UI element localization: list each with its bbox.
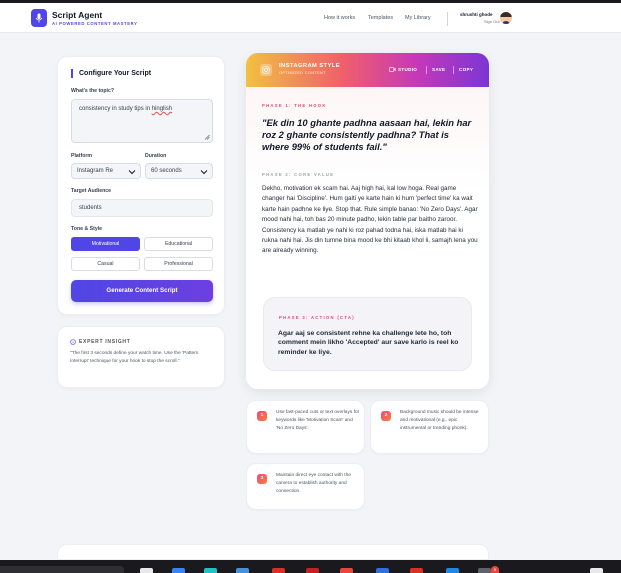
- app-icon[interactable]: [376, 568, 389, 573]
- platform-select[interactable]: Instagram Re: [71, 163, 141, 179]
- tip-text: Background music should be intense and m…: [400, 410, 479, 431]
- expert-insight-card: EXPERT INSIGHT "The first 3 seconds defi…: [57, 326, 225, 388]
- app-icon[interactable]: [306, 568, 319, 573]
- microphone-icon[interactable]: [31, 9, 47, 27]
- spellcheck-word: hinglish: [151, 106, 173, 112]
- brand-title: Script Agent: [52, 10, 103, 20]
- config-title: Configure Your Script: [71, 69, 151, 78]
- save-button[interactable]: SAVE: [432, 67, 445, 72]
- phase2-label: PHASE 2: CORE VALUE: [262, 172, 335, 177]
- cta-box: PHASE 3: ACTION (CTA) Agar aaj se consis…: [263, 297, 472, 371]
- gmail-icon[interactable]: [272, 568, 285, 573]
- info-icon: [70, 339, 76, 345]
- tone-professional-button[interactable]: Professional: [144, 257, 213, 271]
- video-camera-icon: [389, 67, 396, 72]
- hook-text: "Ek din 10 ghante padhna aasaan hai, lek…: [262, 117, 472, 152]
- action-divider: [426, 66, 427, 74]
- configure-script-card: Configure Your Script What's the topic? …: [57, 56, 225, 315]
- insight-text: "The first 3 seconds define your watch t…: [70, 351, 199, 364]
- app-icon[interactable]: [478, 568, 491, 573]
- taskbar: [0, 560, 621, 573]
- app-icon[interactable]: [236, 568, 249, 573]
- insight-title: EXPERT INSIGHT: [79, 339, 131, 345]
- preview-style-subtitle: OPTIMIZED CONTENT: [279, 71, 326, 75]
- action-divider: [453, 66, 454, 74]
- taskbar-search[interactable]: [0, 566, 124, 573]
- bottom-card: [57, 544, 489, 560]
- production-tip: 2 Background music should be intense and…: [370, 400, 489, 454]
- topic-label: What's the topic?: [71, 88, 115, 94]
- nav-divider: [447, 12, 448, 26]
- duration-select[interactable]: 60 seconds: [145, 163, 213, 179]
- file-explorer-icon[interactable]: [140, 568, 153, 573]
- sign-out-link[interactable]: Sign Out: [484, 19, 500, 24]
- instagram-icon: [260, 64, 272, 76]
- production-tip: 1 Use fast-paced cuts or text overlays f…: [246, 400, 365, 454]
- phase1-label: PHASE 1: THE HOOK: [262, 103, 327, 108]
- brand-subtitle: AI POWERED CONTENT MASTERY: [52, 21, 138, 26]
- topic-text: consistency in study tips in: [79, 106, 152, 112]
- tone-educational-button[interactable]: Educational: [144, 237, 213, 251]
- duration-label: Duration: [145, 153, 167, 159]
- nav-templates[interactable]: Templates: [368, 15, 393, 21]
- tip-text: Maintain direct eye contact with the cam…: [276, 473, 351, 494]
- tip-number: 3: [257, 474, 267, 484]
- user-name: shrushti ghode: [460, 12, 493, 17]
- audience-label: Target Audience: [71, 188, 112, 194]
- chrome-icon[interactable]: [340, 568, 353, 573]
- script-preview-card: INSTAGRAM STYLE OPTIMIZED CONTENT STUDIO…: [246, 53, 489, 389]
- cta-text: Agar aaj se consistent rehne ka challeng…: [278, 330, 459, 356]
- tone-label: Tone & Style: [71, 226, 103, 232]
- tip-number: 2: [381, 411, 391, 421]
- core-value-text: Dekho, motivation ek scam hai. Aaj high …: [262, 185, 478, 255]
- platform-label: Platform: [71, 153, 93, 159]
- app-icon[interactable]: [446, 568, 459, 573]
- chevron-down-icon: [200, 170, 208, 175]
- phase3-label: PHASE 3: ACTION (CTA): [279, 315, 355, 320]
- copy-button[interactable]: COPY: [459, 67, 473, 72]
- production-tip: 3 Maintain direct eye contact with the c…: [246, 463, 365, 510]
- app-icon[interactable]: [590, 568, 603, 573]
- studio-button[interactable]: STUDIO: [398, 67, 417, 72]
- tip-number: 1: [257, 411, 267, 421]
- nav-my-library[interactable]: My Library: [405, 15, 431, 21]
- preview-header: INSTAGRAM STYLE OPTIMIZED CONTENT STUDIO…: [246, 53, 489, 87]
- generate-script-button[interactable]: Generate Content Script: [71, 280, 213, 302]
- platform-value: Instagram Re: [77, 168, 114, 174]
- duration-value: 60 seconds: [151, 168, 182, 174]
- app-icon[interactable]: [172, 568, 185, 573]
- audience-input[interactable]: students: [71, 199, 213, 217]
- tone-motivational-button[interactable]: Motivational: [71, 237, 140, 251]
- resize-handle-icon[interactable]: [204, 134, 210, 140]
- topic-textarea[interactable]: consistency in study tips in hinglish: [71, 99, 213, 143]
- nav-how-it-works[interactable]: How it works: [324, 15, 355, 21]
- app-icon[interactable]: [410, 568, 423, 573]
- notification-badge: 5: [491, 566, 499, 573]
- chevron-down-icon: [128, 168, 136, 176]
- app-header: Script Agent AI POWERED CONTENT MASTERY …: [0, 3, 621, 33]
- tone-casual-button[interactable]: Casual: [71, 257, 140, 271]
- edge-icon[interactable]: [204, 568, 217, 573]
- tip-text: Use fast-paced cuts or text overlays for…: [276, 410, 360, 431]
- preview-style-title: INSTAGRAM STYLE: [279, 63, 340, 69]
- avatar[interactable]: [500, 12, 512, 24]
